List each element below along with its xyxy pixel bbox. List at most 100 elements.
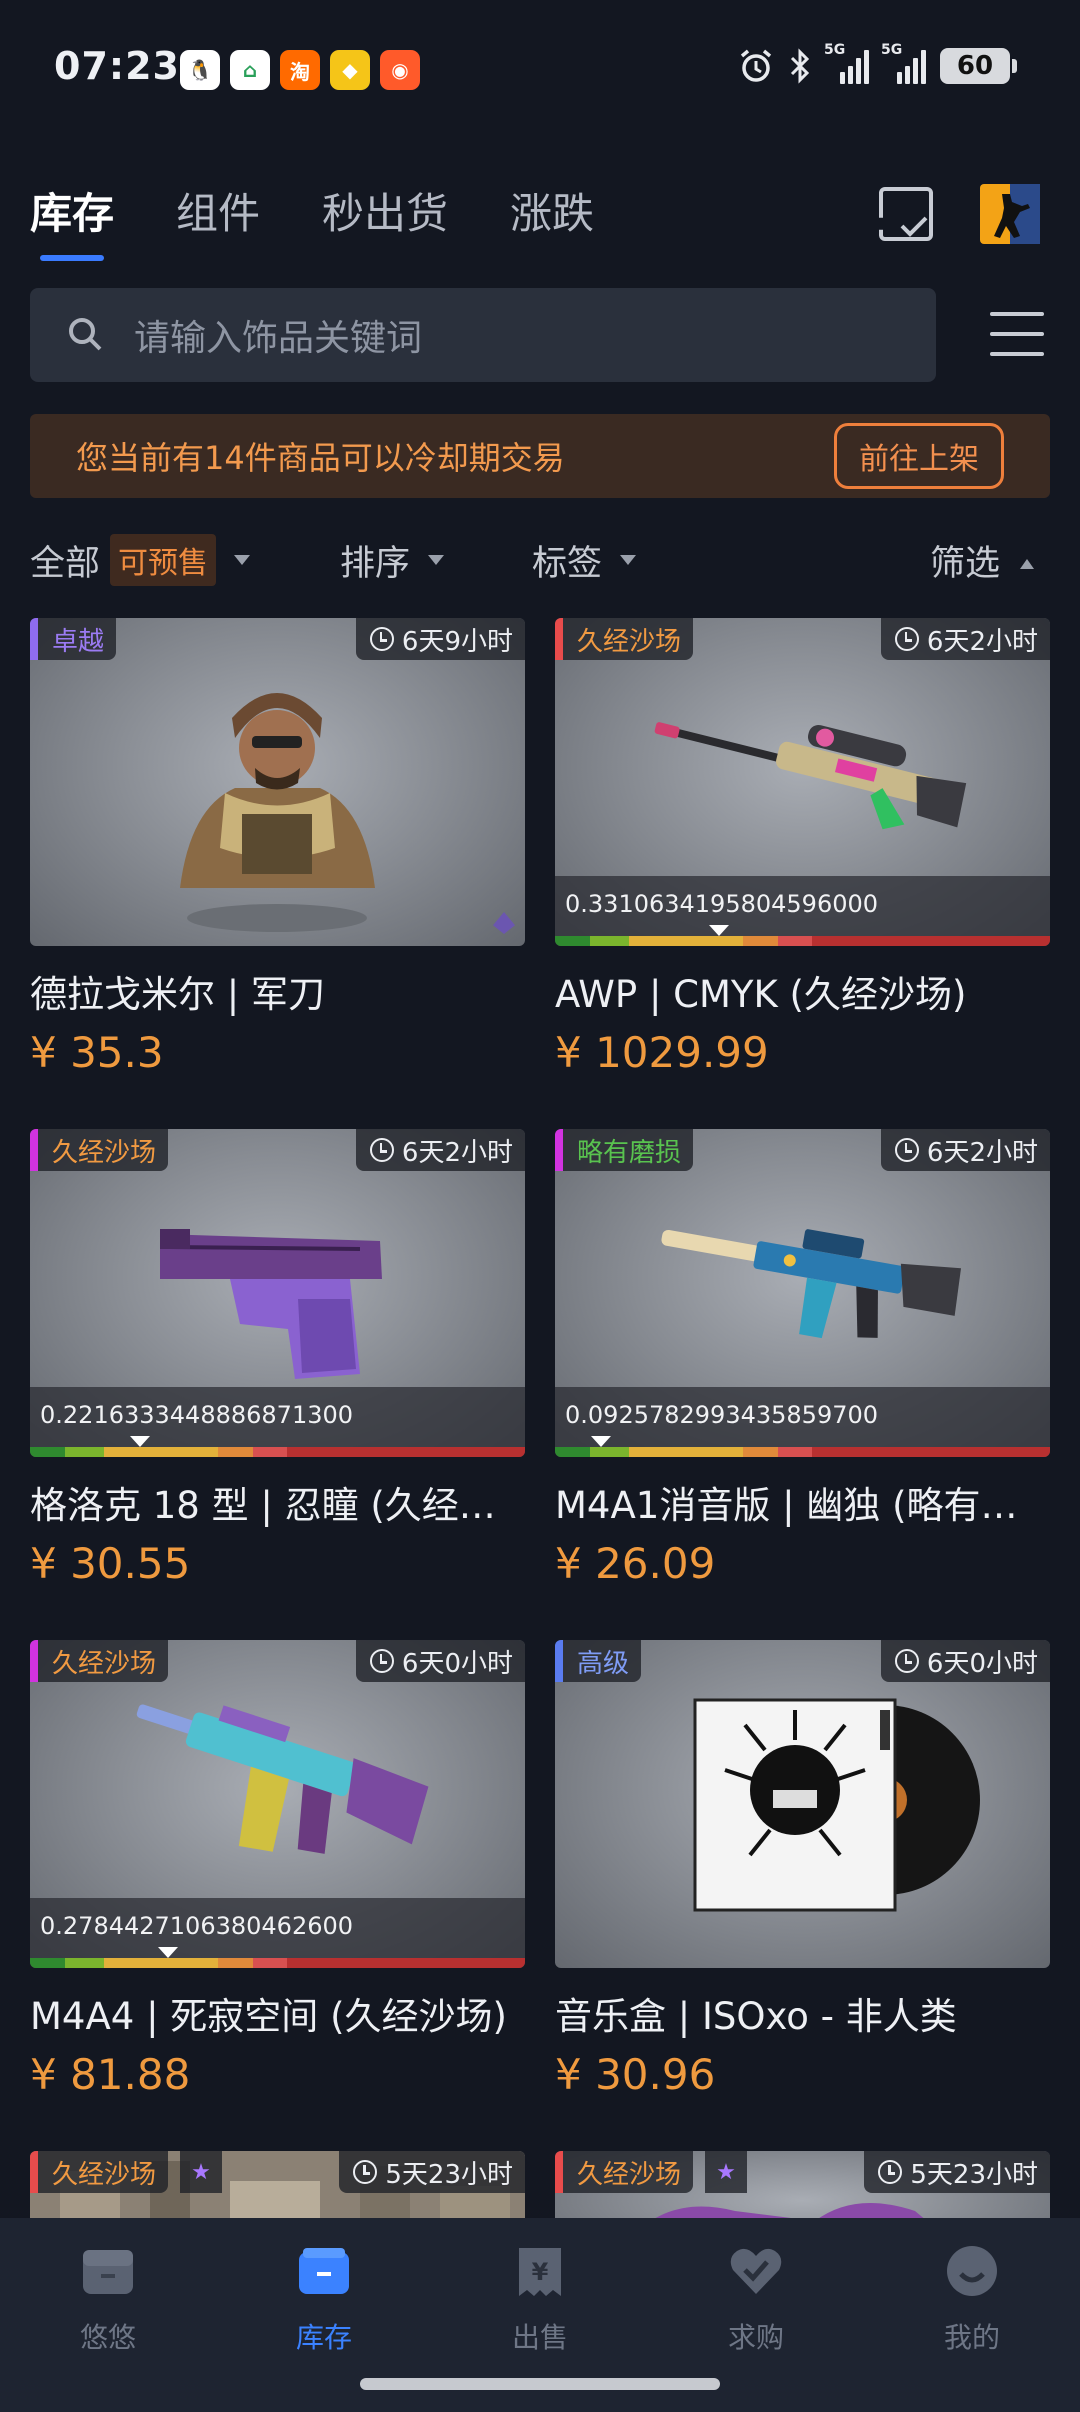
nav-label: 我的 [943, 2321, 1000, 2354]
wear-panel: 0.2784427106380462600 [30, 1898, 525, 1968]
item-image[interactable]: 卓越 6天9小时 [30, 618, 525, 946]
clock-icon [369, 1138, 394, 1162]
checklist-icon[interactable] [876, 184, 936, 244]
timer-text: 6天2小时 [926, 626, 1038, 657]
signal-icon: 5G [824, 42, 869, 84]
item-name: 德拉戈米尔 | 军刀 [30, 973, 325, 1016]
wear-bar [30, 1958, 525, 1968]
item-card[interactable]: 略有磨损 6天2小时 0.0925782993435859700 M4A1消音版 | … [555, 1129, 1050, 1588]
profile-icon [941, 2240, 1003, 2306]
timer-text: 6天2小时 [401, 1137, 513, 1168]
sell-icon: ¥ [509, 2240, 571, 2306]
timer-text: 5天23小时 [910, 2159, 1038, 2190]
wear-value: 0.2216333448886871300 [40, 1401, 354, 1429]
item-card[interactable]: 久经沙场 6天2小时 0.2216333448886871300 格洛克 18 型 |… [30, 1129, 525, 1588]
nav-label: 出售 [511, 2321, 568, 2354]
game-app-icon: ◆ [330, 50, 370, 90]
rarity-badge: 久经沙场 [30, 1129, 169, 1171]
item-price: ¥ 26.09 [555, 1539, 716, 1588]
filter-label: 筛选 [930, 543, 1001, 584]
clock-icon [369, 627, 394, 651]
filter-button[interactable]: 筛选 [930, 535, 1035, 586]
clock-icon [369, 1649, 394, 1673]
rarity-badge: 高级 [555, 1640, 642, 1682]
filter-bar: 全部 可预售 排序 标签 筛选 [30, 530, 1050, 590]
nav-label: 求购 [727, 2321, 784, 2354]
clock-icon [894, 627, 919, 651]
nav-label: 悠悠 [79, 2321, 136, 2354]
battery-icon: 60 [940, 48, 1017, 84]
chevron-up-icon [1020, 559, 1035, 569]
cooldown-timer: 6天2小时 [880, 618, 1050, 660]
filter-tags-label: 标签 [532, 543, 603, 584]
home-indicator [360, 2378, 720, 2390]
tab-price-change[interactable]: 涨跌 [510, 180, 594, 261]
item-price: ¥ 30.96 [555, 2050, 716, 2099]
item-card[interactable]: 高级 6天0小时音乐盒 | ISOxo - 非人类 ¥ 30.96 [555, 1640, 1050, 2099]
timer-text: 5天23小时 [385, 2159, 513, 2190]
go-list-button[interactable]: 前往上架 [834, 423, 1004, 489]
cs-game-icon[interactable] [980, 184, 1040, 244]
search-bar[interactable]: 请输入饰品关键词 [30, 288, 936, 382]
wear-panel: 0.2216333448886871300 [30, 1387, 525, 1457]
chevron-down-icon [234, 555, 251, 565]
qq-icon: 🐧 [180, 50, 220, 90]
item-name: 音乐盒 | ISOxo - 非人类 [555, 1995, 957, 2038]
clock-icon [353, 2160, 378, 2184]
status-bar: 07:23 🐧 ⌂ 淘 ◆ ◉ 5G 5G 60 [0, 0, 1080, 140]
rarity-badge: 久经沙场 [30, 1640, 169, 1682]
cooldown-timer: 6天0小时 [880, 1640, 1050, 1682]
wear-bar [555, 936, 1050, 946]
presale-badge: 可预售 [110, 534, 217, 586]
wear-value: 0.3310634195804596000 [565, 890, 879, 918]
tab-components[interactable]: 组件 [176, 180, 260, 261]
item-card[interactable]: 久经沙场 6天2小时 0.3310634195804596000 AWP | CMYK… [555, 618, 1050, 1077]
nav-item-store[interactable]: 悠悠 [28, 2240, 188, 2412]
nav-label: 库存 [295, 2321, 352, 2354]
filter-all[interactable]: 全部 可预售 [30, 534, 340, 586]
cooldown-timer: 6天0小时 [355, 1640, 525, 1682]
search-input[interactable]: 请输入饰品关键词 [134, 309, 422, 361]
item-name: AWP | CMYK (久经沙场) [555, 973, 967, 1016]
chevron-down-icon [428, 555, 445, 565]
tab-quick-sell[interactable]: 秒出货 [322, 180, 448, 261]
item-price: ¥ 1029.99 [555, 1028, 769, 1077]
cooldown-timer: 6天9小时 [355, 618, 525, 660]
item-image[interactable]: 略有磨损 6天2小时 0.0925782993435859700 [555, 1129, 1050, 1457]
item-price: ¥ 35.3 [30, 1028, 164, 1077]
wear-panel: 0.3310634195804596000 [555, 876, 1050, 946]
nav-item-profile[interactable]: 我的 [892, 2240, 1052, 2412]
network-type-2: 5G [881, 42, 903, 58]
signal-icon-2: 5G [881, 42, 926, 84]
item-image[interactable]: 久经沙场 6天0小时 0.2784427106380462600 [30, 1640, 525, 1968]
cooldown-timer: 6天2小时 [880, 1129, 1050, 1171]
item-image[interactable]: 久经沙场 6天2小时 0.2216333448886871300 [30, 1129, 525, 1457]
item-card[interactable]: 卓越 6天9小时德拉戈米尔 | 军刀 ¥ 35.3 [30, 618, 525, 1077]
item-grid: 卓越 6天9小时德拉戈米尔 | 军刀 ¥ 35.3 久经沙场 6天2小时 0.331063… [30, 618, 1050, 2261]
item-card[interactable]: 久经沙场 6天0小时 0.2784427106380462600 M4A4 | 死寂空… [30, 1640, 525, 2099]
cat-app-icon: ◉ [380, 50, 420, 90]
filter-sort[interactable]: 排序 [340, 535, 532, 586]
rarity-badge: 久经沙场 [30, 2151, 169, 2193]
rarity-badge: 卓越 [30, 618, 117, 660]
store-icon [77, 2240, 139, 2306]
cooldown-timer: 5天23小时 [864, 2151, 1050, 2193]
alarm-icon [740, 49, 772, 82]
filter-all-label: 全部 [30, 543, 101, 584]
wear-pointer [590, 1436, 611, 1447]
wear-bar [30, 1447, 525, 1457]
item-image[interactable]: 久经沙场 6天2小时 0.3310634195804596000 [555, 618, 1050, 946]
cooldown-timer: 6天2小时 [355, 1129, 525, 1171]
tab-inventory[interactable]: 库存 [30, 180, 114, 261]
menu-icon[interactable] [990, 312, 1044, 356]
wear-value: 0.2784427106380462600 [40, 1912, 354, 1940]
clock-icon [894, 1649, 919, 1673]
filter-tags[interactable]: 标签 [532, 535, 930, 586]
item-image[interactable]: 高级 6天0小时 [555, 1640, 1050, 1968]
network-type: 5G [824, 42, 846, 58]
wear-pointer [708, 925, 729, 936]
star-icon: ★ [180, 2151, 222, 2193]
svg-text:¥: ¥ [532, 2258, 549, 2286]
taobao-icon: 淘 [280, 50, 320, 90]
star-icon: ★ [705, 2151, 747, 2193]
